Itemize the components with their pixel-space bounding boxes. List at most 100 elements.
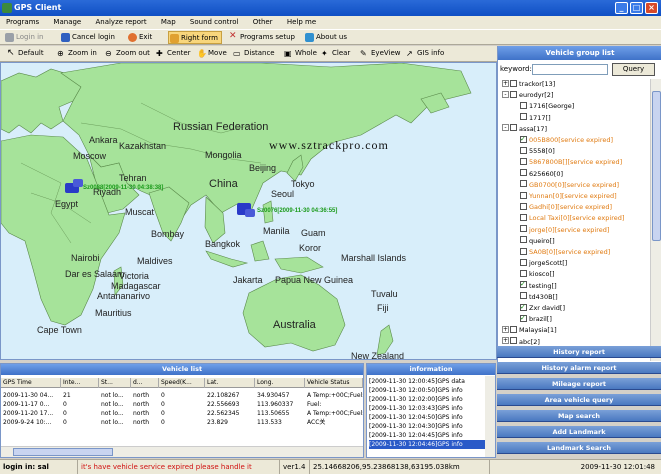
tree-item[interactable]: testing[] [520,279,557,291]
tree-checkbox[interactable] [520,169,527,177]
column-header[interactable]: Inte... [61,378,99,388]
tree-checkbox[interactable] [520,313,527,323]
move-button[interactable]: ✋ Move [196,47,227,60]
menu-manage[interactable]: Manage [47,16,87,29]
tree-scrollbar[interactable] [650,79,661,361]
zoom-in-button[interactable]: ⊕ Zoom in [56,47,97,60]
whole-button[interactable]: ▣ Whole [283,47,317,60]
tree-item[interactable]: jorgeScott[] [520,258,567,268]
tree-item[interactable]: 5867800B[][service expired] [520,157,622,167]
column-header[interactable]: GPS Time [1,378,61,388]
eyeview-button[interactable]: ✎ EyeView [359,47,400,60]
menu-other[interactable]: Other [247,16,279,29]
tree-item[interactable]: jorge[0][service expired] [520,225,609,235]
history-alarm-report-button[interactable]: History alarm report [497,362,661,374]
tree-item[interactable]: brazil[] [520,313,552,324]
about-us-button[interactable]: About us [304,31,347,44]
tree-item[interactable]: Gadhi[0][service expired] [520,202,612,212]
area-vehicle-query-button[interactable]: Area vehicle query [497,394,661,406]
collapse-icon[interactable]: - [502,124,509,132]
tree-checkbox[interactable] [520,157,527,165]
map-search-button[interactable]: Map search [497,410,661,422]
column-header[interactable]: d... [131,378,159,388]
info-row[interactable]: [2009-11-30 12:04:46]GPS info [369,440,487,449]
tree-item[interactable]: Local Taxi[0][service expired] [520,213,624,223]
tree-item[interactable]: 1717[] [520,113,551,123]
cancel-login-button[interactable]: Cancel login [60,31,115,44]
info-row[interactable]: [2009-11-30 12:03:43]GPS info [369,404,487,413]
tree-checkbox[interactable] [520,101,527,109]
tree-item[interactable]: SA0B[0][service expired] [520,247,610,257]
exit-button[interactable]: Exit [127,31,152,44]
tree-checkbox[interactable] [520,213,527,221]
tree-checkbox[interactable] [520,247,527,255]
tree-item[interactable]: GB0700[0][service expired] [520,180,619,190]
tree-checkbox[interactable] [510,90,517,98]
landmark-search-button[interactable]: Landmark Search [497,442,661,454]
vehicle-list-scroll-thumb[interactable] [13,448,113,456]
gis-info-button[interactable]: ↗ GIS info [405,47,444,60]
vehicle-marker-label[interactable]: Sz0076[2009-11-30 04:36:55] [257,208,337,214]
programs-setup-button[interactable]: ✕ Programs setup [228,31,295,44]
tree-item[interactable]: 1716[George] [520,101,574,111]
clear-button[interactable]: ✦ Clear [320,47,350,60]
info-row[interactable]: [2009-11-30 12:04:45]GPS info [369,431,487,440]
tree-item[interactable]: queiro[] [520,236,555,246]
mileage-report-button[interactable]: Mileage report [497,378,661,390]
right-form-button[interactable]: Right form [168,31,222,44]
menu-programs[interactable]: Programs [0,16,45,29]
expand-icon[interactable]: + [502,337,509,345]
info-row[interactable]: [2009-11-30 12:04:50]GPS info [369,413,487,422]
tree-item[interactable]: kiosco[] [520,269,555,279]
query-button[interactable]: Query [612,63,655,76]
tree-item[interactable]: + Malaysia[1] [502,325,557,335]
tree-checkbox[interactable] [520,292,527,300]
tree-checkbox[interactable] [520,258,527,266]
tree-item[interactable]: td430B[] [520,292,558,302]
tree-checkbox[interactable] [520,134,527,144]
tree-checkbox[interactable] [520,236,527,244]
tree-item[interactable]: 625660[0] [520,169,563,179]
column-header[interactable]: Lat. [205,378,255,388]
collapse-icon[interactable]: - [502,90,509,98]
center-button[interactable]: ✚ Center [155,47,191,60]
column-header[interactable]: Speed(K... [159,378,205,388]
info-row[interactable]: [2009-11-30 12:02:00]GPS info [369,395,487,404]
tree-checkbox[interactable] [520,180,527,188]
info-row[interactable]: [2009-11-30 12:04:30]GPS info [369,422,487,431]
tree-checkbox[interactable] [520,113,527,121]
column-header[interactable]: St... [99,378,131,388]
column-header[interactable]: Vehicle Status [305,378,363,388]
tree-checkbox[interactable] [510,325,517,333]
tree-item[interactable]: Yunnan[0][service expired] [520,191,617,201]
login-button[interactable]: Login in [4,31,44,44]
table-row[interactable]: 2009-9-24 10:... 0 not lo... north 0 23.829 11… [1,418,363,427]
default-tool-button[interactable]: ↖ Default [6,47,44,60]
maximize-button[interactable]: □ [630,2,643,14]
menu-analyze-report[interactable]: Analyze report [89,16,152,29]
table-row[interactable]: 2009-11-17 0... 0 not lo... north 0 22.556693… [1,400,363,409]
tree-item[interactable]: Zxr david[] [520,302,565,313]
tree-item[interactable]: + trackor[13] [502,79,555,89]
table-row[interactable]: 2009-11-30 04... 21 not lo... north 0 22.1082… [1,391,363,400]
zoom-out-button[interactable]: ⊖ Zoom out [104,47,150,60]
tree-item[interactable]: 5558[0] [520,146,555,156]
expand-icon[interactable]: + [502,79,509,87]
information-scrollbar[interactable] [485,376,495,457]
tree-checkbox[interactable] [520,225,527,233]
minimize-button[interactable]: _ [615,2,628,14]
tree-item[interactable]: 005B800[service expired] [520,134,613,145]
vehicle-list-scrollbar[interactable] [1,446,363,457]
tree-checkbox[interactable] [520,302,527,312]
keyword-input[interactable] [532,64,608,75]
tree-checkbox[interactable] [520,202,527,210]
expand-icon[interactable]: + [502,325,509,333]
tree-checkbox[interactable] [520,269,527,277]
history-report-button[interactable]: History report [497,346,661,358]
tree-checkbox[interactable] [510,337,517,345]
info-row[interactable]: [2009-11-30 12:00:50]GPS info [369,386,487,395]
tree-checkbox[interactable] [510,79,517,87]
tree-checkbox[interactable] [520,146,527,154]
map-view[interactable]: www.sztrackpro.com Russian Federation Ka… [0,62,497,360]
info-row[interactable]: [2009-11-30 12:00:45]GPS data [369,377,487,386]
